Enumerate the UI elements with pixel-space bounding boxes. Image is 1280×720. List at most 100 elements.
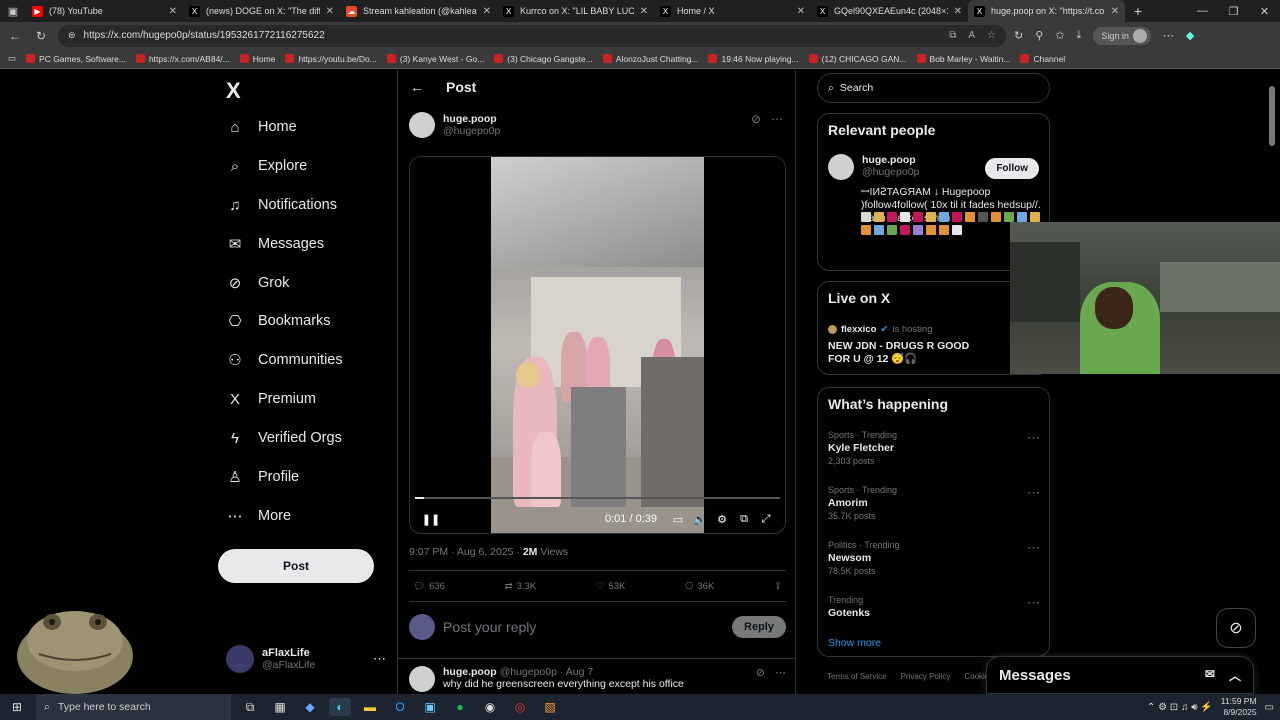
bookmark-item[interactable]: https://youtu.be/Do... bbox=[285, 54, 377, 64]
bookmark-item[interactable]: AlonzoJust Chatting... bbox=[602, 54, 698, 64]
new-tab-button[interactable]: + bbox=[1125, 3, 1151, 19]
tab-close-icon[interactable]: ✕ bbox=[326, 6, 334, 17]
page-scrollbar[interactable] bbox=[1268, 74, 1276, 690]
media-icon[interactable]: ◎ bbox=[509, 698, 531, 716]
bookmark-item[interactable]: https://x.com/AB84/... bbox=[135, 54, 230, 64]
tab-close-icon[interactable]: ✕ bbox=[640, 6, 648, 17]
refresh-page-icon[interactable]: ↻ bbox=[1014, 29, 1023, 42]
reply-post[interactable]: huge.poop @hugepo0p · Aug 7 why did he g… bbox=[409, 666, 786, 692]
trend-more-icon[interactable]: ⋯ bbox=[1027, 485, 1040, 501]
refresh-icon[interactable]: ↻ bbox=[32, 29, 50, 43]
trend-item[interactable]: Sports · Trending Amorim 35.7K posts ⋯ bbox=[828, 485, 1040, 521]
url-field[interactable]: ⊜ https://x.com/hugepo0p/status/19532617… bbox=[58, 24, 1006, 47]
trend-item[interactable]: Politics · Trending Newsom 78.5K posts ⋯ bbox=[828, 540, 1040, 576]
new-message-icon[interactable]: ✉ bbox=[1205, 667, 1215, 684]
reply-post-name[interactable]: huge.poop bbox=[443, 666, 497, 678]
video-progress-bar[interactable] bbox=[415, 497, 780, 499]
account-more-icon[interactable]: ⋯ bbox=[373, 651, 386, 667]
bookmark-item[interactable]: PC Games, Software... bbox=[26, 54, 126, 64]
tab-close-icon[interactable]: ✕ bbox=[954, 6, 962, 17]
browser-tab[interactable]: X Home / X ✕ bbox=[654, 0, 811, 22]
photos-icon[interactable]: ▣ bbox=[419, 698, 441, 716]
tab-close-icon[interactable]: ✕ bbox=[797, 6, 805, 17]
site-info-icon[interactable]: ⊜ bbox=[68, 30, 76, 41]
trend-more-icon[interactable]: ⋯ bbox=[1027, 540, 1040, 556]
share-icon[interactable]: ⇪ bbox=[774, 581, 782, 592]
file-explorer-icon[interactable]: ▬ bbox=[359, 698, 381, 716]
nav-item-verified-orgs[interactable]: ϟ Verified Orgs bbox=[226, 429, 342, 447]
bookmark-item[interactable]: 19:46 Now playing... bbox=[708, 54, 799, 64]
bookmark-item[interactable]: (3) Kanye West - Go... bbox=[386, 54, 484, 64]
tab-close-icon[interactable]: ✕ bbox=[169, 6, 177, 17]
back-icon[interactable]: ← bbox=[6, 29, 24, 43]
privacy-link[interactable]: Privacy Policy bbox=[901, 672, 951, 681]
video-player[interactable]: ❚❚ 0:01 / 0:39 ▭ 🔈 ⚙ ⧉ ⤢ bbox=[409, 156, 786, 534]
account-switcher[interactable]: aFlaxLife @aFlaxLife ⋯ bbox=[226, 645, 386, 673]
trend-more-icon[interactable]: ⋯ bbox=[1027, 430, 1040, 446]
browser-tab[interactable]: X (news) DOGE on X: "The differen ✕ bbox=[183, 0, 340, 22]
trend-item[interactable]: Trending Gotenks ⋯ bbox=[828, 595, 1040, 621]
relevant-avatar[interactable] bbox=[828, 154, 854, 180]
nav-item-messages[interactable]: ✉ Messages bbox=[226, 235, 324, 253]
start-icon[interactable]: ⊞ bbox=[6, 698, 28, 716]
task-view-icon[interactable]: ⧉ bbox=[239, 698, 261, 716]
repost-action[interactable]: ⇄ 3.3K bbox=[505, 581, 537, 592]
favorites-icon[interactable]: ✩ bbox=[1055, 29, 1064, 42]
taskbar-search[interactable]: ⌕ Type here to search bbox=[36, 694, 231, 720]
volume-icon[interactable]: 🔈 bbox=[689, 513, 711, 526]
settings-more-icon[interactable]: ⋯ bbox=[1163, 29, 1174, 42]
extensions-icon[interactable]: ⚲ bbox=[1035, 29, 1043, 42]
reply-input[interactable]: Post your reply bbox=[443, 619, 536, 635]
browser-tab[interactable]: X GQel90QXEAEun4c (2048×1536) ✕ bbox=[811, 0, 968, 22]
relevant-name[interactable]: huge.poop bbox=[862, 154, 919, 166]
bookmarks-menu-icon[interactable]: ▭ bbox=[8, 53, 16, 64]
search-input[interactable]: ⌕ Search bbox=[817, 73, 1050, 103]
video-settings-icon[interactable]: ⚙ bbox=[711, 513, 733, 526]
nav-item-more[interactable]: ⋯ More bbox=[226, 507, 292, 525]
nav-item-notifications[interactable]: ♫ Notifications bbox=[226, 196, 337, 214]
reply-button[interactable]: Reply bbox=[732, 616, 786, 638]
live-host[interactable]: flexxico ✔ is hosting bbox=[828, 324, 933, 335]
follow-button[interactable]: Follow bbox=[985, 158, 1039, 179]
terms-link[interactable]: Terms of Service bbox=[827, 672, 887, 681]
grok-fab-icon[interactable]: ⊘ bbox=[1216, 608, 1256, 648]
pip-icon[interactable]: ⧉ bbox=[733, 513, 755, 526]
author-handle[interactable]: @hugepo0p bbox=[443, 125, 500, 137]
sign-in-button[interactable]: Sign in bbox=[1093, 26, 1151, 45]
messages-drawer[interactable]: Messages ✉ ︿ bbox=[986, 656, 1254, 694]
x-logo-icon[interactable]: X bbox=[226, 78, 241, 104]
captions-icon[interactable]: ▭ bbox=[667, 513, 689, 526]
downloads-icon[interactable]: ⤓ bbox=[1077, 29, 1082, 42]
app-install-icon[interactable]: ⧉ bbox=[949, 30, 956, 41]
fullscreen-icon[interactable]: ⤢ bbox=[755, 513, 777, 526]
obs-icon[interactable]: ◉ bbox=[479, 698, 501, 716]
maximize-icon[interactable]: ❐ bbox=[1218, 5, 1249, 18]
back-arrow-icon[interactable]: ← bbox=[410, 79, 424, 95]
copilot-icon[interactable]: ◆ bbox=[1186, 29, 1194, 42]
tray-icons[interactable]: ⌃ ⚙ ⊡ ♫ 🔊︎ ⚡ bbox=[1147, 702, 1213, 713]
post-author[interactable]: huge.poop @hugepo0p bbox=[409, 112, 500, 138]
author-name[interactable]: huge.poop bbox=[443, 113, 500, 125]
browser-tab[interactable]: ☁ Stream kahleation (@kahleation) ✕ bbox=[340, 0, 497, 22]
favorite-star-icon[interactable]: ☆ bbox=[987, 30, 996, 41]
nav-item-grok[interactable]: ⊘ Grok bbox=[226, 274, 290, 292]
browser-tab[interactable]: Xhuge.poop on X: "https://t.co ✕ bbox=[968, 0, 1125, 22]
copilot-app-icon[interactable]: ◆ bbox=[299, 698, 321, 716]
trend-item[interactable]: Sports · Trending Kyle Fletcher 2,303 post… bbox=[828, 430, 1040, 466]
tab-close-icon[interactable]: ✕ bbox=[483, 6, 491, 17]
trend-more-icon[interactable]: ⋯ bbox=[1027, 595, 1040, 611]
close-window-icon[interactable]: ✕ bbox=[1249, 5, 1280, 18]
bookmark-item[interactable]: (3) Chicago Gangste... bbox=[494, 54, 593, 64]
reply-post-avatar[interactable] bbox=[409, 666, 435, 692]
tab-close-icon[interactable]: ✕ bbox=[1111, 6, 1119, 17]
nav-item-explore[interactable]: ⌕ Explore bbox=[226, 157, 307, 175]
spotify-icon[interactable]: ● bbox=[449, 698, 471, 716]
browser-tab[interactable]: ▶ (78) YouTube ✕ bbox=[26, 0, 183, 22]
nav-item-home[interactable]: ⌂ Home bbox=[226, 118, 296, 136]
bookmark-item[interactable]: Home bbox=[239, 54, 275, 64]
pause-icon[interactable]: ❚❚ bbox=[420, 513, 442, 526]
post-timestamp[interactable]: 9:07 PM · Aug 6, 2025 · bbox=[409, 546, 523, 558]
like-action[interactable]: ♡ 53K bbox=[596, 581, 625, 592]
nav-item-premium[interactable]: X Premium bbox=[226, 390, 316, 408]
clock[interactable]: 11:59 PM 8/9/2025 bbox=[1221, 696, 1257, 718]
